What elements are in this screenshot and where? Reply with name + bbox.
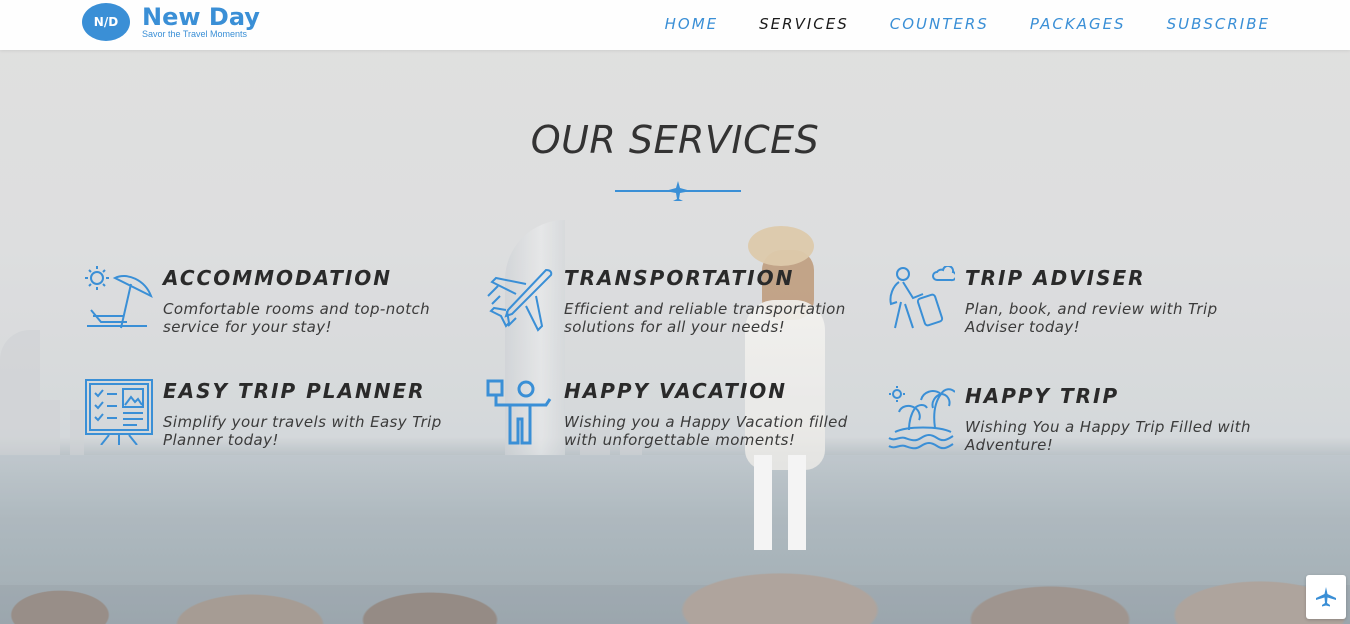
service-description: Efficient and reliable transportation so… [564, 300, 846, 336]
brand-logo[interactable]: N/D New Day Savor the Travel Moments [82, 3, 260, 41]
service-description: Wishing You a Happy Trip Filled with Adv… [965, 418, 1251, 454]
service-description: Simplify your travels with Easy Trip Pla… [163, 413, 442, 449]
service-title: EASY TRIP PLANNER [163, 379, 426, 403]
service-description: Wishing you a Happy Vacation filled with… [564, 413, 848, 449]
service-title: HAPPY TRIP [965, 384, 1120, 408]
service-title: TRANSPORTATION [564, 266, 795, 290]
section-title: OUR SERVICES [530, 118, 820, 162]
happy-person-icon [486, 379, 552, 445]
nav-packages[interactable]: PACKAGES [1030, 15, 1126, 33]
nav-counters[interactable]: COUNTERS [890, 15, 989, 33]
service-title: ACCOMMODATION [163, 266, 393, 290]
service-description: Comfortable rooms and top-notch service … [163, 300, 431, 336]
nav-home[interactable]: HOME [665, 15, 719, 33]
service-description: Plan, book, and review with Trip Adviser… [965, 300, 1218, 336]
traveler-luggage-icon [889, 266, 955, 329]
title-divider-airplane-icon [615, 181, 741, 201]
airplane-icon [487, 268, 553, 332]
palm-island-icon [888, 386, 955, 450]
beach-umbrella-icon [85, 266, 153, 329]
main-nav: HOME SERVICES COUNTERS PACKAGES SUBSCRIB… [624, 15, 1270, 33]
airplane-up-icon [1316, 587, 1336, 607]
service-title: TRIP ADVISER [965, 266, 1146, 290]
site-header: N/D New Day Savor the Travel Moments HOM… [0, 0, 1350, 50]
nav-subscribe[interactable]: SUBSCRIBE [1167, 15, 1270, 33]
logo-badge: N/D [82, 3, 130, 41]
brand-name: New Day [142, 3, 260, 31]
planner-board-icon [85, 379, 153, 445]
scroll-top-button[interactable] [1306, 575, 1346, 619]
nav-services[interactable]: SERVICES [759, 15, 849, 33]
brand-tagline: Savor the Travel Moments [142, 29, 248, 39]
service-title: HAPPY VACATION [564, 379, 788, 403]
